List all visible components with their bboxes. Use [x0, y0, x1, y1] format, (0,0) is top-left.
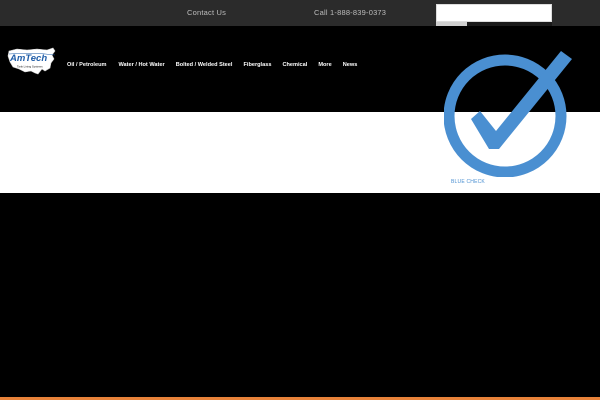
blue-check-caption: BLUE CHECK [451, 179, 485, 185]
nav-item-water-hot-water[interactable]: Water / Hot Water [118, 60, 164, 70]
content-area [0, 193, 600, 397]
logo-tagline: Tank Lining Systems [17, 65, 43, 69]
nav-item-news[interactable]: News [343, 60, 358, 70]
blue-checkmark-icon [444, 51, 572, 177]
search-input[interactable] [437, 5, 551, 21]
nav-item-bolted-welded-steel[interactable]: Bolted / Welded Steel [176, 60, 233, 70]
search-box [436, 4, 552, 22]
nav-item-chemical[interactable]: Chemical [282, 60, 307, 70]
amtech-logo[interactable]: AmTech Tank Lining Systems [7, 45, 57, 77]
contact-us-link[interactable]: Contact Us [187, 0, 226, 26]
usa-map-icon: AmTech Tank Lining Systems [7, 47, 56, 75]
nav-item-more[interactable]: More [318, 60, 331, 70]
phone-link[interactable]: Call 1-888-839-0373 [314, 0, 386, 26]
logo-wordmark: AmTech [9, 53, 47, 64]
nav-item-oil-petroleum[interactable]: Oil / Petroleum [67, 60, 106, 70]
main-nav: Oil / Petroleum Water / Hot Water Bolted… [67, 60, 357, 70]
nav-item-fiberglass[interactable]: Fiberglass [243, 60, 271, 70]
